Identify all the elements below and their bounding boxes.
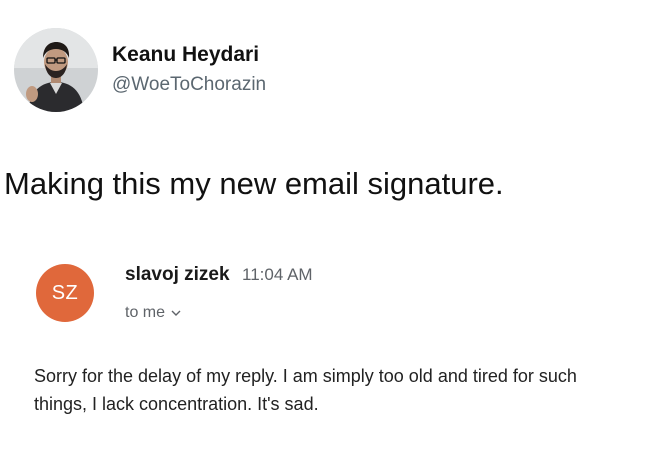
recipient-label: to me <box>125 304 166 321</box>
tweet-header: Keanu Heydari @WoeToChorazin <box>14 28 266 112</box>
sender-avatar[interactable]: SZ <box>36 264 94 322</box>
tweet-text: Making this my new email signature. <box>4 166 504 201</box>
avatar[interactable] <box>14 28 98 112</box>
sender-name[interactable]: slavoj zizek <box>125 264 230 285</box>
chevron-down-icon[interactable] <box>171 304 181 322</box>
author-name[interactable]: Keanu Heydari <box>112 42 266 68</box>
author-handle[interactable]: @WoeToChorazin <box>112 72 266 98</box>
author-info: Keanu Heydari @WoeToChorazin <box>112 42 266 98</box>
sent-time: 11:04 AM <box>242 265 313 284</box>
email-body: Sorry for the delay of my reply. I am si… <box>34 366 577 414</box>
sender-line: slavoj zizek 11:04 AM <box>125 264 313 286</box>
recipient-details-toggle[interactable]: to me <box>125 304 181 322</box>
avatar-photo <box>14 28 98 112</box>
